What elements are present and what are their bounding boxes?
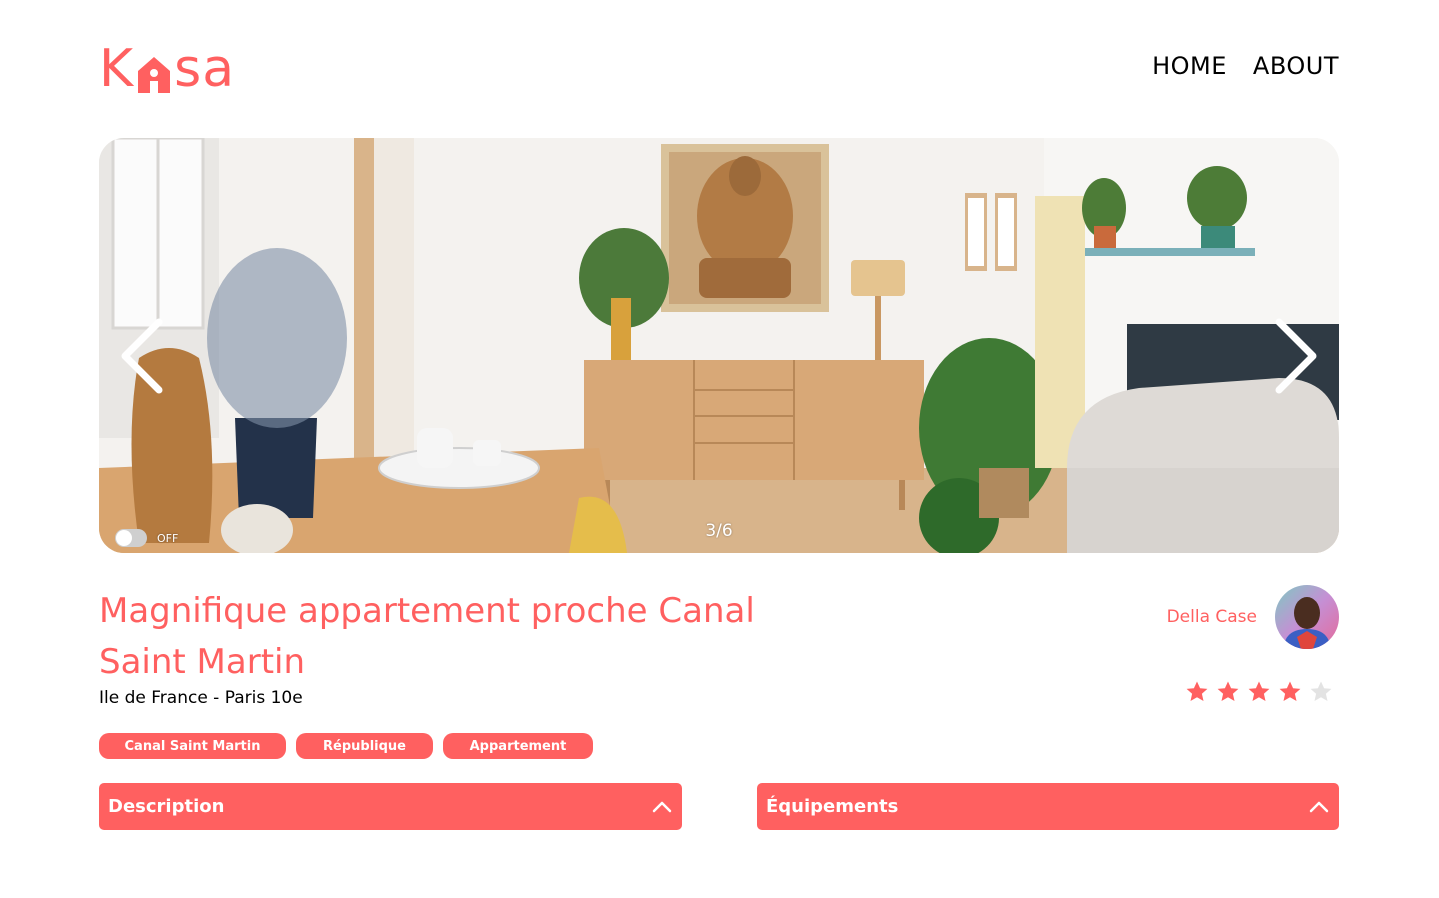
carousel-photo [99,138,1339,553]
chevron-up-icon[interactable] [1309,801,1329,813]
tag: Canal Saint Martin [99,733,286,759]
toggle-label: OFF [157,531,179,545]
toggle-track[interactable] [115,529,147,547]
star-icon [1248,681,1270,701]
site-header: K sa HOME ABOUT [99,38,1339,100]
star-icon [1310,681,1332,701]
listing-location: Ile de France - Paris 10e [99,688,303,708]
rating-stars [1185,680,1333,704]
chevron-up-icon[interactable] [652,801,672,813]
photo-carousel: 3/6 OFF [99,138,1339,553]
tag: Appartement [443,733,593,759]
slide-counter: 3/6 [705,521,733,541]
nav-home-link[interactable]: HOME [1152,52,1227,80]
main-nav: HOME ABOUT [1152,52,1339,80]
star-icon [1279,681,1301,701]
host-info: Della Case [1167,585,1339,649]
logo-letters-sa: sa [174,39,236,99]
star-icon [1186,681,1208,701]
house-icon [138,57,171,93]
description-collapse[interactable]: Description [99,783,682,830]
autoplay-toggle[interactable]: OFF [115,529,178,547]
tag: République [296,733,433,759]
equipments-collapse-label: Équipements [766,796,899,817]
toggle-knob [116,530,132,546]
kasa-logo[interactable]: K sa [99,38,235,100]
star-icon [1217,681,1239,701]
listing-title: Magnifique appartement proche Canal Sain… [99,591,755,682]
description-collapse-label: Description [108,796,225,817]
listing-page: K sa HOME ABOUT 3/6 OFF Magnifique appar… [0,0,1439,898]
logo-letter-k: K [99,39,135,99]
equipments-collapse[interactable]: Équipements [757,783,1339,830]
chevron-left-icon[interactable] [117,316,167,396]
tag-list: Canal Saint Martin République Appartemen… [99,733,593,759]
chevron-right-icon[interactable] [1271,316,1321,396]
nav-about-link[interactable]: ABOUT [1253,52,1339,80]
host-avatar [1275,585,1339,649]
host-name: Della Case [1166,607,1257,627]
